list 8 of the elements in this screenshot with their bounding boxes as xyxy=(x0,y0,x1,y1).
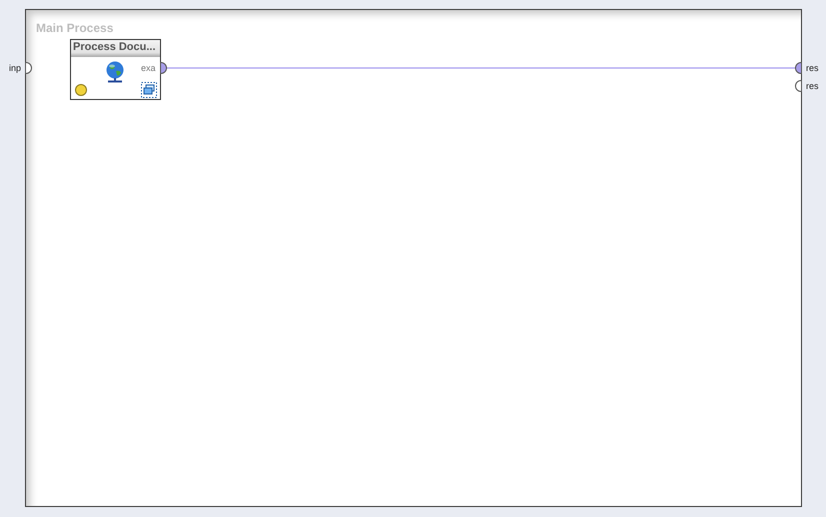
globe-icon xyxy=(105,61,125,83)
port-label: exa xyxy=(141,62,156,75)
process-title: Main Process xyxy=(36,20,114,37)
port-label: res xyxy=(806,80,819,93)
port-label: inp xyxy=(9,62,22,75)
subprocess-icon[interactable] xyxy=(141,82,157,98)
operator-title: Process Docu... xyxy=(71,40,160,57)
port-label: res xyxy=(806,62,819,75)
